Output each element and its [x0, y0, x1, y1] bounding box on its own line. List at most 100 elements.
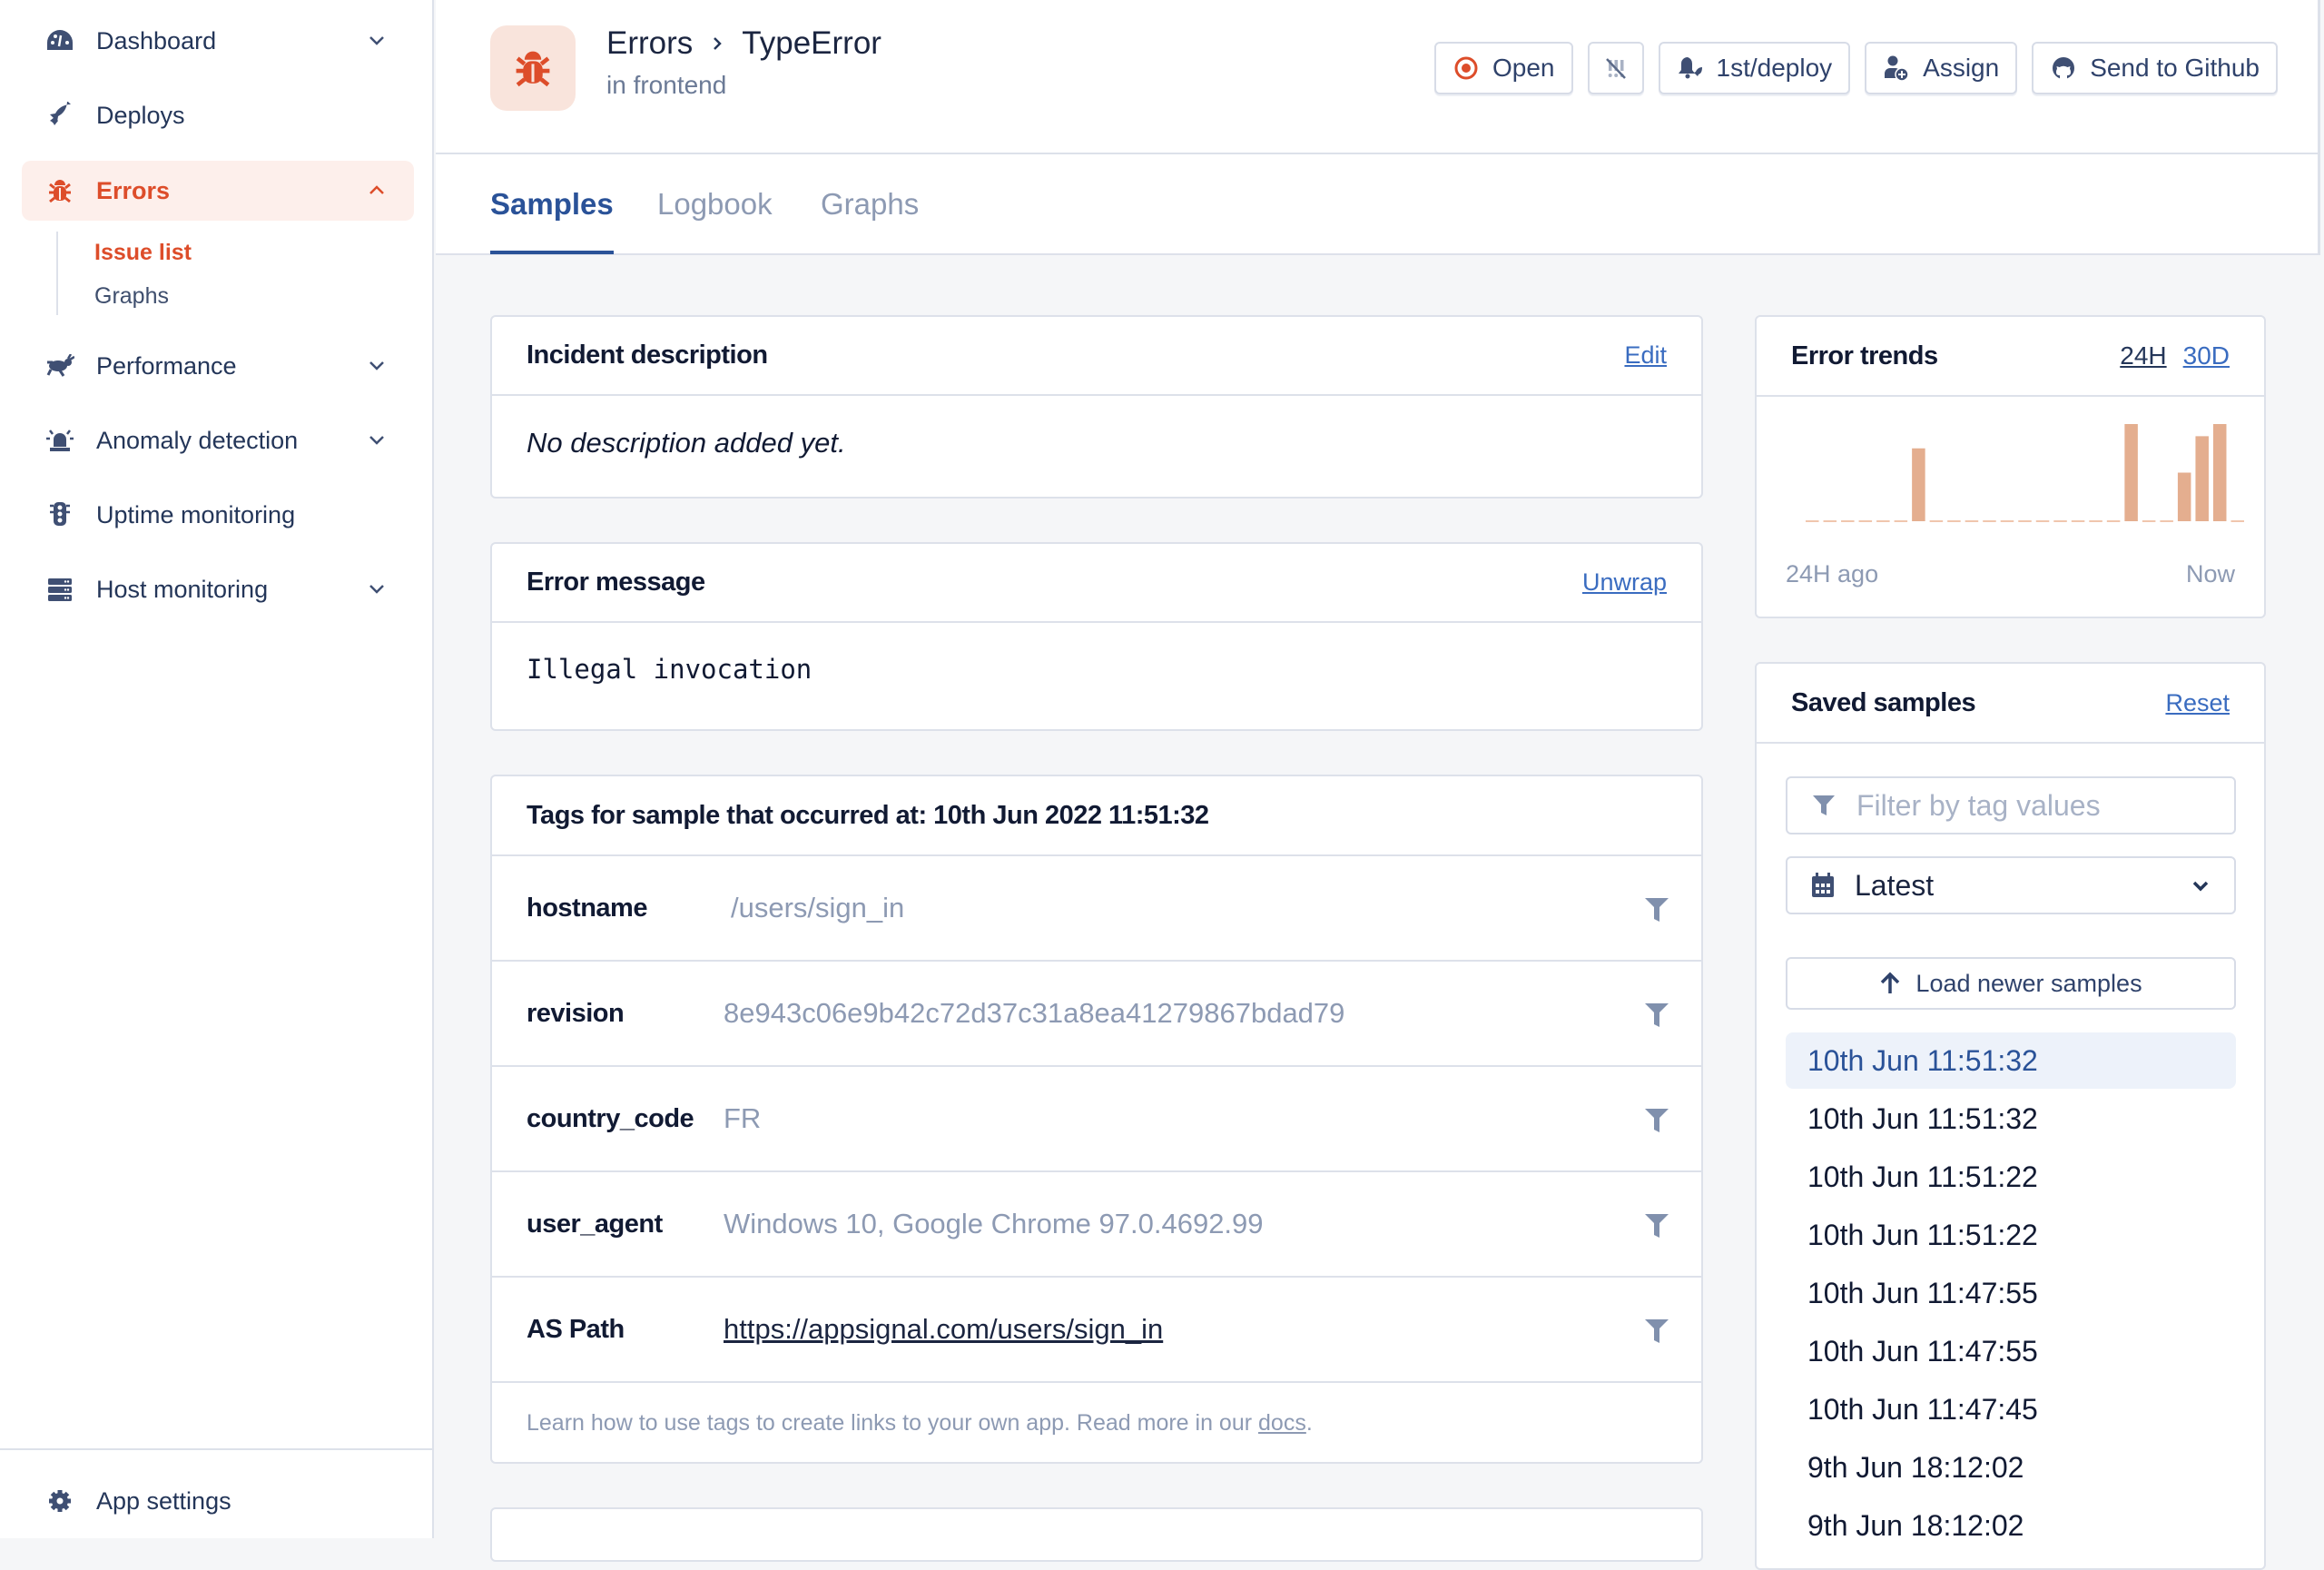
no-severity-icon: [1602, 54, 1630, 82]
filter-icon[interactable]: [1643, 1212, 1670, 1239]
range-24h-link[interactable]: 24H: [2120, 341, 2166, 370]
send-to-github-button[interactable]: Send to Github: [2032, 42, 2278, 94]
tag-key: revision: [527, 998, 625, 1028]
error-trends-panel: Error trends 24H 30D 24H ago Now: [1755, 315, 2266, 618]
chart-bar[interactable]: [2195, 436, 2209, 521]
tag-value: 8e943c06e9b42c72d37c31a8ea41279867bdad79: [724, 997, 1345, 1029]
chart-bar[interactable]: [2177, 472, 2191, 522]
sidebar-item-label: Performance: [96, 351, 237, 380]
tag-key: AS Path: [527, 1314, 625, 1344]
namespace-subtitle: in frontend: [606, 71, 727, 99]
tags-card: Tags for sample that occurred at: 10th J…: [490, 775, 1703, 1464]
sample-list-item[interactable]: 10th Jun 11:51:22: [1786, 1149, 2236, 1205]
load-newer-label: Load newer samples: [1915, 969, 2142, 997]
card-title: Error message: [527, 568, 705, 597]
docs-link[interactable]: docs: [1258, 1410, 1306, 1436]
sample-list-item[interactable]: 10th Jun 11:47:55: [1786, 1265, 2236, 1321]
chart-start-label: 24H ago: [1786, 560, 1879, 588]
chevron-down-icon: [369, 585, 384, 594]
reset-link[interactable]: Reset: [2165, 689, 2230, 717]
traffic-light-icon: [42, 497, 78, 533]
tag-key: hostname: [527, 893, 647, 923]
tag-key: user_agent: [527, 1209, 663, 1239]
header-actions: Open 1st/deploy Assign Send to Github: [1434, 42, 2278, 94]
user-plus-icon: [1883, 54, 1910, 82]
filter-icon[interactable]: [1643, 1002, 1670, 1029]
sample-list-item[interactable]: 9th Jun 18:12:02: [1786, 1497, 2236, 1554]
sidebar-item-label: Uptime monitoring: [96, 500, 296, 528]
error-type-badge: [490, 25, 576, 111]
chart-bar[interactable]: [2212, 424, 2227, 521]
sample-list-item[interactable]: 10th Jun 11:51:32: [1786, 1091, 2236, 1147]
notification-label: 1st/deploy: [1716, 54, 1833, 82]
sidebar-subitem-graphs[interactable]: Graphs: [94, 283, 169, 310]
sidebar-item-host-monitoring[interactable]: Host monitoring: [22, 559, 414, 619]
severity-button[interactable]: [1587, 42, 1644, 94]
filter-icon[interactable]: [1643, 1318, 1670, 1345]
filter-tag-input[interactable]: Filter by tag values: [1786, 776, 2236, 834]
sample-list-item[interactable]: 10th Jun 11:47:45: [1786, 1381, 2236, 1437]
bug-icon: [42, 173, 78, 209]
notification-button[interactable]: 1st/deploy: [1658, 42, 1851, 94]
sidebar-item-performance[interactable]: Performance: [22, 336, 414, 396]
sidebar-item-anomaly-detection[interactable]: Anomaly detection: [22, 410, 414, 470]
send-to-github-label: Send to Github: [2090, 54, 2260, 82]
breadcrumb-errors[interactable]: Errors: [606, 25, 693, 62]
sidebar-item-uptime-monitoring[interactable]: Uptime monitoring: [22, 485, 414, 545]
filter-icon[interactable]: [1643, 896, 1670, 923]
breadcrumb: Errors TypeError: [606, 25, 881, 62]
assign-button[interactable]: Assign: [1865, 42, 2018, 94]
rabbit-icon: [42, 348, 78, 384]
saved-samples-panel: Saved samples Reset Filter by tag values…: [1755, 662, 2266, 1570]
range-30d-link[interactable]: 30D: [2183, 341, 2230, 370]
chevron-down-icon: [369, 436, 384, 445]
filter-icon[interactable]: [1643, 1107, 1670, 1134]
tag-row: hostname/users/sign_in: [492, 856, 1701, 962]
sample-list-item[interactable]: 10th Jun 11:51:32: [1786, 1032, 2236, 1089]
filter-icon: [1813, 795, 1835, 815]
status-open-button[interactable]: Open: [1434, 42, 1573, 94]
sidebar-item-deploys[interactable]: Deploys: [22, 85, 414, 145]
edit-description-link[interactable]: Edit: [1624, 341, 1667, 370]
tab-graphs[interactable]: Graphs: [821, 187, 919, 222]
open-status-icon: [1452, 54, 1480, 82]
subnav-line: [56, 232, 58, 315]
error-message-text: Illegal invocation: [527, 654, 812, 685]
error-message-card: Error message Unwrap Illegal invocation: [490, 542, 1703, 731]
open-label: Open: [1492, 54, 1555, 82]
sample-list-item[interactable]: 10th Jun 11:47:55: [1786, 1323, 2236, 1379]
tag-row: revision 8e943c06e9b42c72d37c31a8ea412798…: [492, 962, 1701, 1067]
chart-bar[interactable]: [2124, 424, 2138, 521]
tag-value: /users/sign_in: [731, 892, 905, 923]
chevron-up-icon: [369, 185, 384, 194]
sample-details-card: [490, 1507, 1703, 1562]
tab-samples[interactable]: Samples: [490, 187, 614, 222]
tag-value-link[interactable]: https://appsignal.com/users/sign_in: [724, 1313, 1163, 1346]
unwrap-link[interactable]: Unwrap: [1582, 568, 1667, 597]
chevron-right-icon: [714, 37, 723, 50]
sidebar-item-app-settings[interactable]: App settings: [22, 1471, 414, 1531]
sample-list-item[interactable]: 9th Jun 18:12:02: [1786, 1439, 2236, 1496]
tag-row: user_agent Windows 10, Google Chrome 97.0…: [492, 1172, 1701, 1278]
tab-logbook[interactable]: Logbook: [657, 187, 773, 222]
siren-icon: [42, 422, 78, 459]
chart-end-label: Now: [2185, 560, 2235, 588]
sidebar-subitem-issue-list[interactable]: Issue list: [94, 240, 192, 266]
tags-footer-text: Learn how to use tags to create links to…: [527, 1410, 1259, 1436]
assign-label: Assign: [1923, 54, 2000, 82]
sort-selected-value: Latest: [1855, 868, 1935, 902]
card-title: Tags for sample that occurred at: 10th J…: [527, 800, 1209, 830]
sort-select[interactable]: Latest: [1786, 856, 2236, 914]
chart-bar[interactable]: [1912, 448, 1925, 521]
load-newer-samples-button[interactable]: Load newer samples: [1786, 957, 2236, 1010]
breadcrumb-current: TypeError: [742, 25, 881, 61]
tags-footer-end: .: [1305, 1410, 1313, 1436]
sidebar-item-dashboard[interactable]: Dashboard: [22, 11, 414, 71]
sample-list-item[interactable]: 10th Jun 11:51:22: [1786, 1207, 2236, 1263]
tag-key: country_code: [527, 1103, 694, 1133]
sidebar-item-errors[interactable]: Errors: [22, 161, 414, 221]
github-icon: [2050, 54, 2077, 82]
dashboard-icon: [42, 23, 78, 59]
active-tab-indicator: [490, 251, 614, 254]
rocket-icon: [42, 97, 78, 133]
